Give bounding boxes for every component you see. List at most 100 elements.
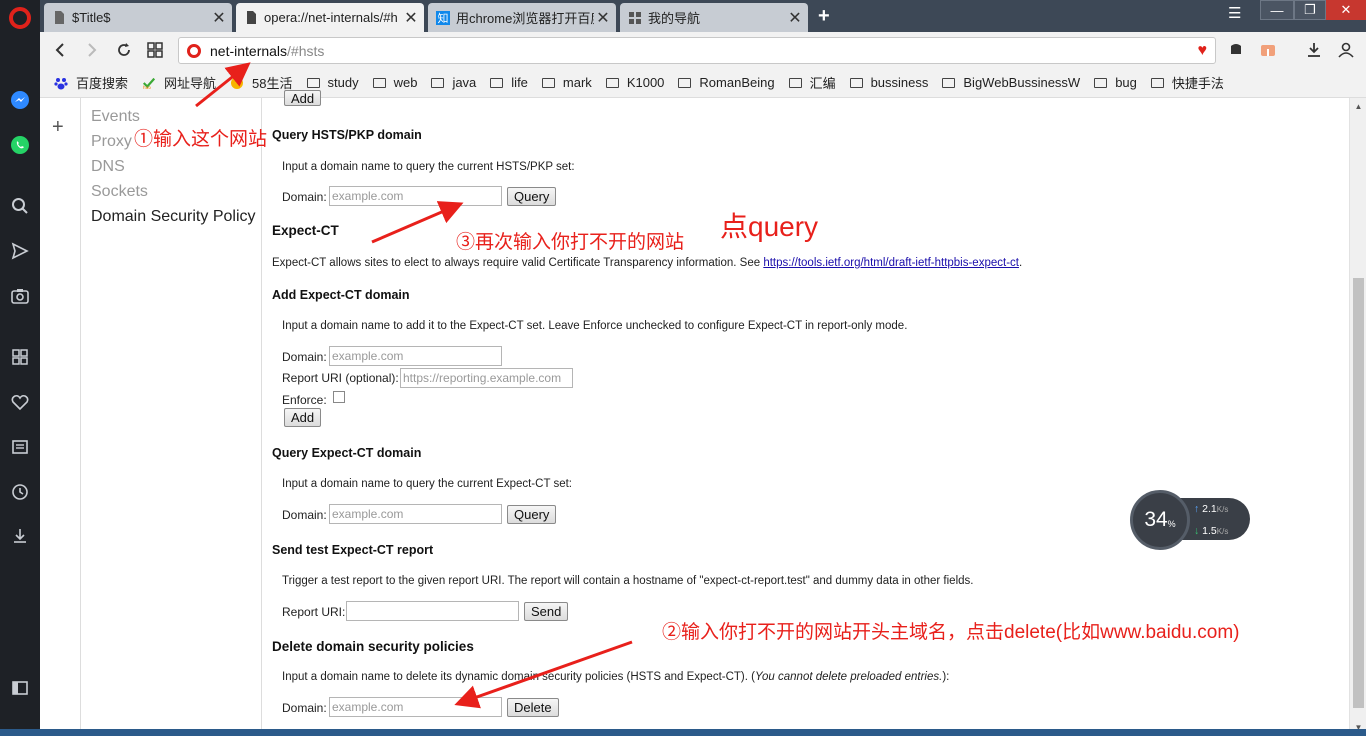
folder-icon xyxy=(541,77,555,88)
close-window-icon[interactable]: ✕ xyxy=(1326,0,1366,20)
opera-logo-icon[interactable] xyxy=(9,7,31,29)
delete-desc: Input a domain name to delete its dynami… xyxy=(282,671,950,683)
annotation-step2: ②输入你打不开的网站开头主域名，点击delete(比如www.baidu.com… xyxy=(662,622,1240,643)
query-ct-domain-input[interactable] xyxy=(329,504,502,524)
expect-ct-desc: Expect-CT allows sites to elect to alway… xyxy=(272,257,1023,269)
account-icon[interactable] xyxy=(1336,40,1356,60)
nav-item-sockets[interactable]: Sockets xyxy=(81,179,261,204)
send-icon[interactable] xyxy=(8,239,32,263)
delete-domain-input[interactable] xyxy=(329,697,502,717)
download-icon[interactable] xyxy=(1304,40,1324,60)
expect-ct-title: Expect-CT xyxy=(272,223,339,238)
bookmark-folder-web[interactable]: web xyxy=(372,75,417,90)
new-tab-icon[interactable]: + xyxy=(818,5,830,28)
upload-arrow-icon: ↑ xyxy=(1194,503,1200,515)
opera-sidebar xyxy=(0,0,40,736)
folder-icon xyxy=(1094,77,1108,88)
grid-icon xyxy=(628,11,642,25)
folder-icon xyxy=(942,77,956,88)
bookmark-label: java xyxy=(452,75,477,90)
bookmark-folder-java[interactable]: java xyxy=(431,75,476,90)
speed-percent-sign: % xyxy=(1167,519,1176,529)
tabs-overview-icon[interactable] xyxy=(145,40,165,60)
nav-item-domain-security-policy[interactable]: Domain Security Policy xyxy=(81,204,261,229)
url-path: /#hsts xyxy=(287,42,325,59)
history-icon[interactable] xyxy=(8,480,32,504)
query-hsts-desc: Input a domain name to query the current… xyxy=(282,161,575,173)
folder-icon xyxy=(605,77,619,88)
close-icon[interactable]: ✕ xyxy=(402,8,420,28)
bookmark-folder-bug[interactable]: bug xyxy=(1094,75,1137,90)
maximize-icon[interactable]: ❐ xyxy=(1294,0,1326,20)
nav-item-dns[interactable]: DNS xyxy=(81,154,261,179)
close-icon[interactable]: ✕ xyxy=(594,8,612,28)
bookmark-folder-study[interactable]: study xyxy=(306,75,359,90)
add-ct-title: Add Expect-CT domain xyxy=(272,288,410,302)
enforce-label: Enforce: xyxy=(282,393,327,407)
bookmark-heart-icon[interactable]: ♥ xyxy=(1198,42,1208,60)
add-ct-button[interactable]: Add xyxy=(284,408,322,427)
bookmark-label: 汇编 xyxy=(809,76,836,91)
tab-net-internals[interactable]: opera://net-internals/#h ✕ xyxy=(236,3,424,32)
bookmark-58[interactable]: 58生活 xyxy=(230,73,293,92)
back-icon[interactable] xyxy=(50,40,70,60)
tab-title[interactable]: $Title$ ✕ xyxy=(44,3,232,32)
folder-icon xyxy=(490,77,504,88)
network-speed-widget[interactable]: 34% ↑ 2.1K/s ↓ 1.5K/s xyxy=(1130,490,1250,550)
reload-icon[interactable] xyxy=(114,40,134,60)
bookmark-hao[interactable]: hao 网址导航 xyxy=(142,73,216,92)
bookmark-folder-shortcuts[interactable]: 快捷手法 xyxy=(1150,73,1224,92)
messenger-icon[interactable] xyxy=(8,88,32,112)
bookmark-folder-romanbeing[interactable]: RomanBeing xyxy=(678,75,775,90)
news-icon[interactable] xyxy=(8,435,32,459)
tab-my-nav[interactable]: 我的导航 ✕ xyxy=(620,3,808,32)
folder-icon xyxy=(372,77,386,88)
expect-ct-spec-link[interactable]: https://tools.ietf.org/html/draft-ietf-h… xyxy=(763,257,1019,269)
speed-dial-icon[interactable] xyxy=(8,345,32,369)
add-ct-domain-input[interactable] xyxy=(329,346,502,366)
minimize-icon[interactable]: — xyxy=(1260,0,1294,20)
camera-icon[interactable] xyxy=(8,284,32,308)
vertical-scrollbar[interactable]: ▲ ▼ xyxy=(1349,98,1366,736)
close-icon[interactable]: ✕ xyxy=(786,8,804,28)
tab-menu-icon[interactable]: ☰ xyxy=(1228,4,1241,22)
bookmark-label: RomanBeing xyxy=(699,75,775,90)
annotation-step3: ③再次输入你打不开的网站 xyxy=(456,232,685,253)
send-report-desc: Trigger a test report to the given repor… xyxy=(282,575,974,587)
add-panel-icon[interactable]: + xyxy=(52,116,64,139)
wallet-icon[interactable] xyxy=(1258,40,1278,60)
bookmark-folder-life[interactable]: life xyxy=(490,75,528,90)
search-icon[interactable] xyxy=(8,194,32,218)
add-ct-report-uri-input[interactable] xyxy=(400,368,573,388)
bookmark-folder-k1000[interactable]: K1000 xyxy=(605,75,664,90)
close-icon[interactable]: ✕ xyxy=(210,8,228,28)
bookmark-folder-mark[interactable]: mark xyxy=(541,75,592,90)
downloads-icon[interactable] xyxy=(8,524,32,548)
bookmark-folder-huibian[interactable]: 汇编 xyxy=(788,73,836,92)
query-hsts-button[interactable]: Query xyxy=(507,187,557,206)
send-report-button[interactable]: Send xyxy=(524,602,569,621)
scrollbar-thumb[interactable] xyxy=(1353,278,1364,708)
bookmark-label: 网址导航 xyxy=(164,76,217,91)
whatsapp-icon[interactable] xyxy=(8,133,32,157)
bookmark-baidu[interactable]: 百度搜索 xyxy=(54,73,128,92)
tab-zhihu[interactable]: 知 用chrome浏览器打开百度 ✕ xyxy=(428,3,616,32)
annotation-step1: ①输入这个网站 xyxy=(134,129,268,150)
heart-icon[interactable] xyxy=(8,390,32,414)
add-hsts-button[interactable]: Add xyxy=(284,90,322,106)
query-ct-button[interactable]: Query xyxy=(507,505,557,524)
forward-icon[interactable] xyxy=(82,40,102,60)
address-bar[interactable]: net-internals/#hsts ♥ xyxy=(178,37,1216,64)
bookmark-folder-bigweb[interactable]: BigWebBussinessW xyxy=(942,75,1080,90)
send-report-uri-input[interactable] xyxy=(346,601,519,621)
tab-label: 用chrome浏览器打开百度 xyxy=(456,11,594,26)
enforce-checkbox[interactable] xyxy=(333,391,345,403)
tab-label: $Title$ xyxy=(72,10,111,25)
query-hsts-domain-input[interactable] xyxy=(329,186,502,206)
bookmark-folder-bussiness[interactable]: bussiness xyxy=(849,75,928,90)
bookmark-label: mark xyxy=(562,75,592,90)
scroll-up-icon[interactable]: ▲ xyxy=(1350,98,1366,115)
sidebar-toggle-icon[interactable] xyxy=(8,676,32,700)
extension-icon[interactable] xyxy=(1226,40,1246,60)
delete-button[interactable]: Delete xyxy=(507,698,559,717)
